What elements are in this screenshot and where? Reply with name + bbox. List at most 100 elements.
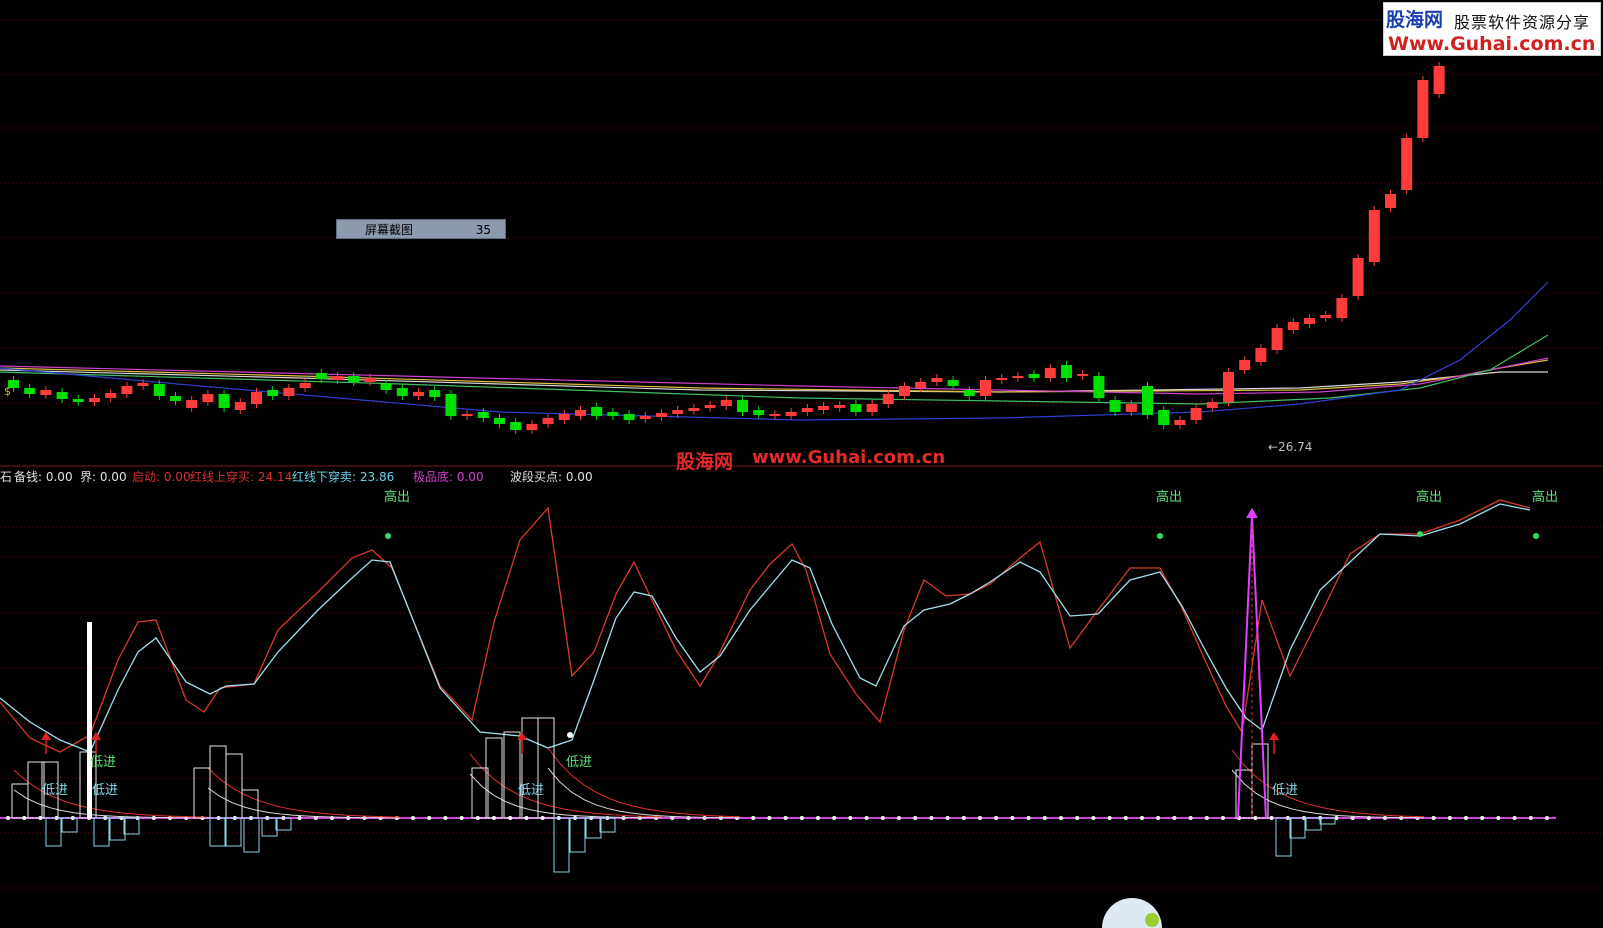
indicator-panel: 高出 高出 高出 高出低进低进 低进 低进低进低进 <box>0 489 1558 928</box>
baseline-dot <box>1221 816 1225 820</box>
baseline-dot <box>346 816 351 820</box>
candle-body <box>348 376 360 382</box>
candle-body <box>477 412 489 418</box>
candle-body <box>1142 386 1153 415</box>
hist-bar-down <box>553 817 570 873</box>
high-out-label: 高出 <box>1156 489 1182 505</box>
baseline-dot <box>913 816 918 820</box>
candle-body <box>1336 298 1348 318</box>
candle-body <box>1368 210 1380 262</box>
indicator-item-3: 启动: 0.00 <box>132 470 191 484</box>
baseline-dot <box>1512 816 1517 820</box>
candle-body <box>882 394 894 404</box>
candle-body <box>1401 138 1413 190</box>
candle-body <box>24 388 36 394</box>
baseline-dot <box>621 816 626 820</box>
baseline-dot <box>1269 816 1274 820</box>
candle-body <box>931 378 943 382</box>
logo-url: Www.Guhai.com.cn <box>1388 33 1596 55</box>
candle-body <box>186 400 198 408</box>
baseline-dot <box>297 816 302 820</box>
indicator-item-2: 界: 0.00 <box>80 470 127 484</box>
high-dot <box>1157 533 1163 539</box>
high-dot <box>1417 531 1423 537</box>
baseline-dot <box>1075 816 1080 820</box>
ma-line <box>0 281 1549 421</box>
low-in-label: 低进 <box>90 755 116 770</box>
candle-body <box>1352 258 1364 296</box>
candle-body <box>1385 194 1396 208</box>
candle-body <box>1239 360 1251 370</box>
high-dot <box>385 533 391 539</box>
low-in-label: 低进 <box>518 783 544 798</box>
candle-body <box>494 418 505 424</box>
candle-body <box>1287 322 1299 330</box>
candle-body <box>866 404 878 412</box>
white-dot <box>567 732 573 738</box>
decay-curve-red <box>1231 749 1425 818</box>
candle-body <box>1417 80 1429 138</box>
candle-body <box>445 394 457 416</box>
hist-bar-down <box>1275 817 1292 857</box>
hist-bar-down <box>569 817 586 853</box>
baseline-dot <box>1140 816 1144 820</box>
high-dot <box>1533 533 1539 539</box>
candle-body <box>801 408 813 412</box>
tooltip-value: 35 <box>475 223 491 237</box>
baseline-dot <box>1496 816 1501 820</box>
hist-bar-down <box>61 817 78 833</box>
baseline-dot <box>897 816 901 820</box>
price-low-label: ←26.74 <box>1268 440 1312 454</box>
baseline-dot <box>945 816 950 820</box>
baseline-dot <box>6 816 10 820</box>
baseline-dot <box>1383 816 1387 820</box>
baseline-dot <box>864 816 869 820</box>
hist-bar-up <box>225 753 243 819</box>
baseline-dot <box>1107 816 1112 820</box>
candle-body <box>283 388 295 396</box>
baseline-dot <box>1059 816 1063 820</box>
candle-body <box>332 376 343 380</box>
baseline-dot <box>443 816 448 820</box>
candle-body <box>947 380 959 386</box>
decay-curve <box>547 767 741 819</box>
baseline-dot <box>880 816 885 820</box>
logo-slogan: 股票软件资源分享 <box>1454 13 1591 32</box>
center-watermark-url: www.Guhai.com.cn <box>752 447 946 468</box>
ma-line <box>0 334 1549 405</box>
candle-body <box>1190 408 1202 420</box>
baseline-dot <box>961 816 966 820</box>
slow-line <box>0 503 1531 753</box>
indicator-item-1: 备钱: 0.00 <box>14 470 73 484</box>
baseline-dot <box>1188 816 1193 820</box>
candle-body <box>121 386 133 394</box>
candle-body <box>1223 372 1234 402</box>
candle-body <box>963 390 975 396</box>
baseline-dot <box>1010 816 1015 820</box>
watermark-logo: 股海网 股票软件资源分享 Www.Guhai.com.cn <box>1383 2 1601 56</box>
baseline-dot <box>411 816 415 820</box>
candle-body <box>170 396 181 401</box>
candle-marker: $ <box>4 385 11 398</box>
candle-body <box>656 413 667 417</box>
candle-body <box>234 402 246 410</box>
candle-body <box>56 392 68 399</box>
candle-body <box>89 398 100 402</box>
center-watermark-cn: 股海网 <box>676 451 734 473</box>
decay-curve <box>207 787 401 819</box>
baseline-dot <box>1528 816 1533 820</box>
baseline-dot <box>799 816 804 820</box>
candle-body <box>1174 420 1186 425</box>
candle-body <box>202 394 214 402</box>
baseline-dot <box>1447 816 1452 820</box>
candle-body <box>899 386 910 396</box>
candle-body <box>251 392 262 404</box>
candle-body <box>299 383 311 388</box>
low-in-label: 低进 <box>1272 783 1298 798</box>
candle-body <box>753 410 765 415</box>
indicator-item-5: 红线下穿卖: 23.86 <box>292 470 395 484</box>
tooltip-title: 屏幕截图 <box>365 223 414 237</box>
candle-body <box>1271 328 1283 350</box>
baseline-dot <box>1431 816 1436 820</box>
baseline-dot <box>459 816 464 820</box>
